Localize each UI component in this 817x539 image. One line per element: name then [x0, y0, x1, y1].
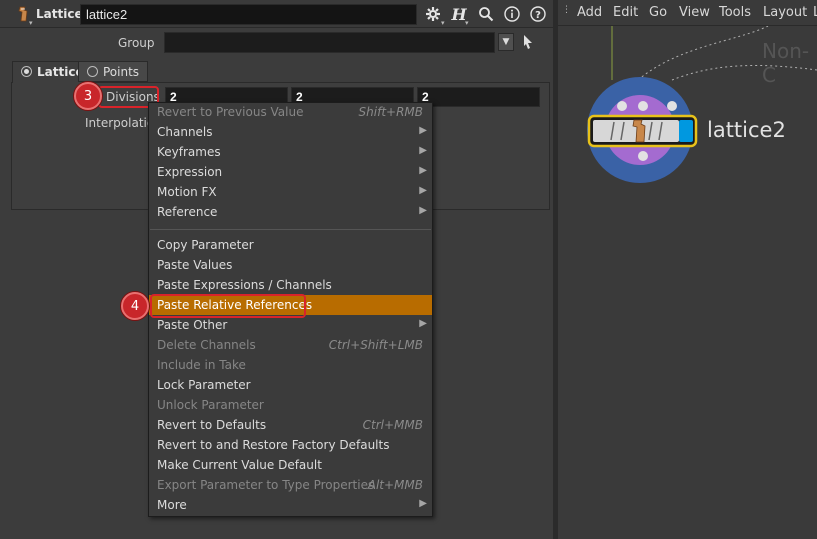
select-arrow-icon[interactable]	[522, 34, 536, 50]
menu-item-shortcut: Shift+RMB	[358, 105, 423, 119]
menu-item-label: Paste Values	[157, 258, 233, 272]
divisions-z-field[interactable]	[417, 87, 540, 107]
menu-item-lock-parameter[interactable]: Lock Parameter	[149, 375, 432, 395]
menu-item-label: Paste Other	[157, 318, 228, 332]
menu-item-label: Copy Parameter	[157, 238, 254, 252]
menu-separator	[150, 229, 431, 230]
menu-item-label: Revert to Previous Value	[157, 105, 304, 119]
menu-item-revert-to-previous-value: Revert to Previous Value Shift+RMB	[149, 102, 432, 122]
callout-4-badge: 4	[121, 292, 149, 320]
lattice-node[interactable]	[586, 76, 701, 186]
tab-lattice-label: Lattice	[37, 65, 84, 79]
menu-item-motion-fx[interactable]: Motion FX ▶	[149, 182, 432, 202]
menu-layout[interactable]: Layout	[763, 5, 807, 20]
menu-item-shortcut: Ctrl+Shift+LMB	[328, 338, 423, 352]
menu-item-label: Delete Channels	[157, 338, 256, 352]
group-label: Group	[118, 36, 155, 50]
submenu-arrow-icon: ▶	[419, 165, 427, 176]
menu-item-label: Keyframes	[157, 145, 221, 159]
menu-item-revert-to-defaults[interactable]: Revert to Defaults Ctrl+MMB	[149, 415, 432, 435]
houdini-help-dropdown-icon[interactable]: ▾	[465, 19, 469, 27]
menu-item-label: Include in Take	[157, 358, 246, 372]
menu-item-label: Lock Parameter	[157, 378, 251, 392]
svg-text:?: ?	[535, 10, 541, 21]
menu-item-shortcut: Ctrl+MMB	[362, 418, 423, 432]
submenu-arrow-icon: ▶	[419, 145, 427, 156]
menu-item-expression[interactable]: Expression ▶	[149, 162, 432, 182]
menu-item-export-parameter-to-type-properties: Export Parameter to Type Properties Alt+M…	[149, 475, 432, 495]
menu-view[interactable]: View	[679, 5, 710, 20]
menu-item-label: Expression	[157, 165, 223, 179]
menu-item-label: More	[157, 498, 187, 512]
tab-points[interactable]: Points	[78, 61, 149, 82]
menu-item-paste-expressions-channels[interactable]: Paste Expressions / Channels	[149, 275, 432, 295]
node-name-label: lattice2	[707, 118, 786, 142]
callout-3-badge: 3	[74, 82, 102, 110]
menu-item-label: Export Parameter to Type Properties	[157, 478, 375, 492]
callout-4-highlight	[150, 294, 306, 318]
menu-item-revert-to-and-restore-factory-defaults[interactable]: Revert to and Restore Factory Defaults	[149, 435, 432, 455]
menu-item-more[interactable]: More ▶	[149, 495, 432, 515]
menu-add[interactable]: Add	[577, 5, 602, 20]
menu-edit[interactable]: Edit	[613, 5, 638, 20]
submenu-arrow-icon: ▶	[419, 125, 427, 136]
menu-item-label: Paste Expressions / Channels	[157, 278, 332, 292]
tab-points-radio-icon	[87, 66, 98, 77]
submenu-arrow-icon: ▶	[419, 498, 427, 509]
submenu-arrow-icon: ▶	[419, 205, 427, 216]
menu-overflow[interactable]: L	[813, 5, 817, 20]
menu-item-label: Revert to Defaults	[157, 418, 267, 432]
info-icon[interactable]	[503, 5, 521, 23]
menubar-handle-icon[interactable]: ⋮	[562, 5, 571, 15]
group-field[interactable]	[164, 32, 495, 53]
node-name-field[interactable]	[80, 4, 417, 25]
menu-item-label: Unlock Parameter	[157, 398, 264, 412]
tab-points-label: Points	[103, 65, 140, 79]
menu-item-reference[interactable]: Reference ▶	[149, 202, 432, 222]
menu-item-paste-values[interactable]: Paste Values	[149, 255, 432, 275]
callout-3-number: 3	[83, 88, 93, 104]
submenu-arrow-icon: ▶	[419, 185, 427, 196]
search-icon[interactable]	[477, 5, 495, 23]
menu-item-delete-channels: Delete Channels Ctrl+Shift+LMB	[149, 335, 432, 355]
menu-item-label: Channels	[157, 125, 213, 139]
menu-item-keyframes[interactable]: Keyframes ▶	[149, 142, 432, 162]
menu-item-make-current-value-default[interactable]: Make Current Value Default	[149, 455, 432, 475]
menu-go[interactable]: Go	[649, 5, 667, 20]
node-type-label: Lattice	[36, 7, 83, 21]
menu-item-copy-parameter[interactable]: Copy Parameter	[149, 235, 432, 255]
gear-dropdown-icon[interactable]: ▾	[441, 19, 445, 27]
group-dropdown-button[interactable]: ▼	[498, 33, 514, 51]
menu-item-label: Motion FX	[157, 185, 217, 199]
submenu-arrow-icon: ▶	[419, 318, 427, 329]
menu-item-paste-other[interactable]: Paste Other ▶	[149, 315, 432, 335]
node-type-dropdown-icon[interactable]: ▾	[29, 19, 33, 27]
tab-lattice-radio-icon	[21, 66, 32, 77]
menu-item-label: Revert to and Restore Factory Defaults	[157, 438, 390, 452]
help-icon[interactable]: ?	[529, 5, 547, 23]
menu-item-include-in-take: Include in Take	[149, 355, 432, 375]
menu-item-channels[interactable]: Channels ▶	[149, 122, 432, 142]
menu-tools[interactable]: Tools	[719, 5, 751, 20]
menu-item-unlock-parameter: Unlock Parameter	[149, 395, 432, 415]
gear-icon[interactable]	[424, 5, 442, 23]
menu-item-label: Make Current Value Default	[157, 458, 322, 472]
menu-item-shortcut: Alt+MMB	[367, 478, 423, 492]
menu-item-label: Reference	[157, 205, 218, 219]
callout-4-number: 4	[130, 298, 140, 314]
